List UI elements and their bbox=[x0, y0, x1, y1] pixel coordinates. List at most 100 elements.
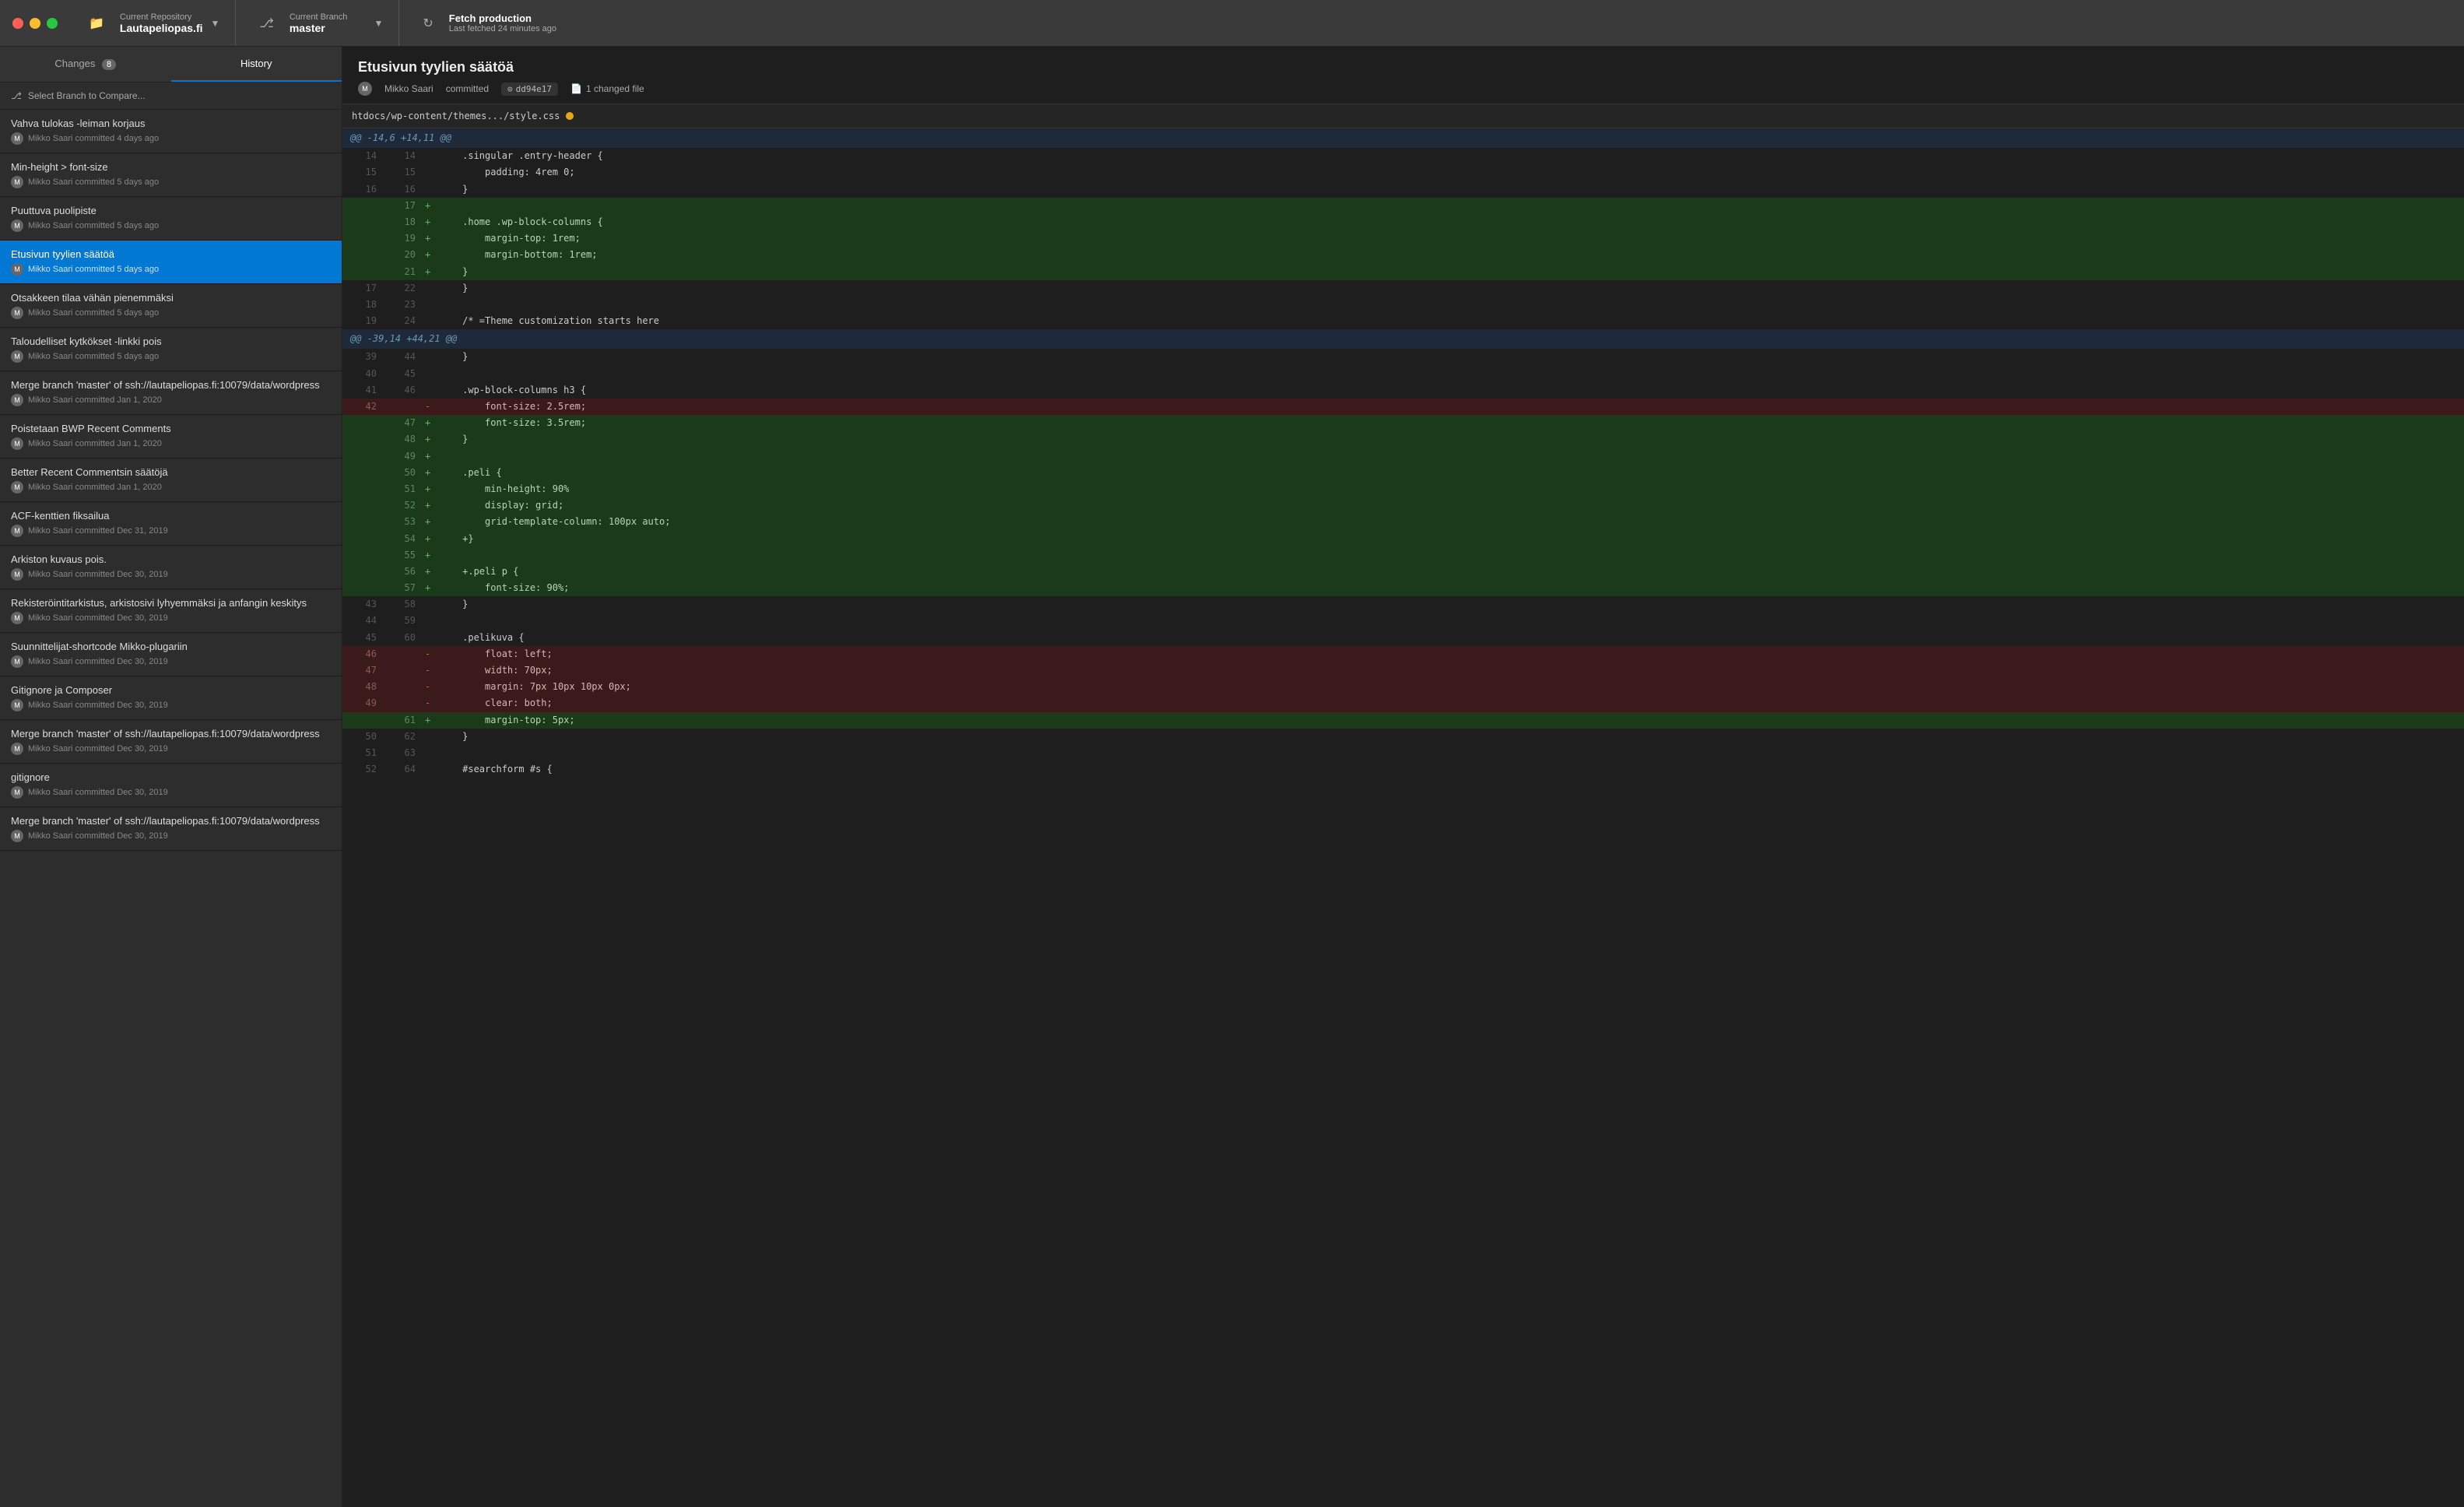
diff-code: +.peli p { bbox=[435, 564, 2464, 580]
diff-content[interactable]: @@ -14,6 +14,11 @@ 14 14 .singular .entr… bbox=[342, 128, 2464, 1507]
repo-icon: 📁 bbox=[89, 16, 104, 31]
diff-marker: + bbox=[420, 198, 435, 214]
diff-code: font-size: 3.5rem; bbox=[435, 415, 2464, 431]
commit-item-meta: M Mikko Saari committed Jan 1, 2020 bbox=[11, 394, 331, 406]
diff-code bbox=[435, 366, 2464, 382]
commit-item[interactable]: Otsakkeen tilaa vähän pienemmäksi M Mikk… bbox=[0, 284, 342, 328]
commit-item[interactable]: Rekisteröintitarkistus, arkistosivi lyhy… bbox=[0, 589, 342, 633]
commit-avatar: M bbox=[11, 655, 23, 668]
diff-code: } bbox=[435, 431, 2464, 448]
line-num-old bbox=[342, 448, 381, 465]
line-num-old: 17 bbox=[342, 280, 381, 297]
commit-avatar: M bbox=[11, 263, 23, 276]
commit-avatar: M bbox=[11, 568, 23, 581]
diff-code: } bbox=[435, 596, 2464, 613]
diff-row: 52 + display: grid; bbox=[342, 497, 2464, 514]
commit-item-title: Merge branch 'master' of ssh://lautapeli… bbox=[11, 728, 331, 739]
commit-item[interactable]: Gitignore ja Composer M Mikko Saari comm… bbox=[0, 676, 342, 720]
repo-section[interactable]: 📁 Current Repository Lautapeliopas.fi ▼ bbox=[73, 0, 236, 46]
tab-history[interactable]: History bbox=[171, 47, 342, 82]
commit-item[interactable]: Merge branch 'master' of ssh://lautapeli… bbox=[0, 807, 342, 851]
diff-marker: - bbox=[420, 662, 435, 679]
commit-item-title: Otsakkeen tilaa vähän pienemmäksi bbox=[11, 292, 331, 304]
diff-row: @@ -39,14 +44,21 @@ bbox=[342, 329, 2464, 349]
line-num-new: 59 bbox=[381, 613, 420, 629]
commit-item[interactable]: Suunnittelijat-shortcode Mikko-plugariin… bbox=[0, 633, 342, 676]
line-num-old bbox=[342, 415, 381, 431]
diff-marker bbox=[420, 630, 435, 646]
branch-compare[interactable]: ⎇ Select Branch to Compare... bbox=[0, 83, 342, 110]
maximize-button[interactable] bbox=[47, 18, 58, 29]
diff-code bbox=[435, 613, 2464, 629]
commit-item[interactable]: Etusivun tyylien säätöä M Mikko Saari co… bbox=[0, 241, 342, 284]
line-num-new: 63 bbox=[381, 745, 420, 761]
branch-arrow: ▼ bbox=[374, 18, 384, 29]
diff-row: 20 + margin-bottom: 1rem; bbox=[342, 247, 2464, 263]
commit-item-meta: M Mikko Saari committed Dec 31, 2019 bbox=[11, 525, 331, 537]
repo-arrow: ▼ bbox=[211, 18, 220, 29]
author-name: Mikko Saari bbox=[384, 83, 433, 94]
commit-date: committed 5 days ago bbox=[75, 352, 160, 361]
diff-marker bbox=[420, 596, 435, 613]
diff-code: .singular .entry-header { bbox=[435, 148, 2464, 164]
commit-item[interactable]: gitignore M Mikko Saari committed Dec 30… bbox=[0, 764, 342, 807]
commit-author: Mikko Saari bbox=[28, 831, 72, 841]
line-num-old: 16 bbox=[342, 181, 381, 198]
commit-author: Mikko Saari bbox=[28, 483, 72, 492]
commit-author: Mikko Saari bbox=[28, 177, 72, 187]
commit-item[interactable]: Better Recent Commentsin säätöjä M Mikko… bbox=[0, 458, 342, 502]
line-num-new: 44 bbox=[381, 349, 420, 365]
diff-row: 54 + +} bbox=[342, 531, 2464, 547]
diff-marker: + bbox=[420, 712, 435, 729]
diff-row: 18 23 bbox=[342, 297, 2464, 313]
commit-item[interactable]: Taloudelliset kytkökset -linkki pois M M… bbox=[0, 328, 342, 371]
commit-item[interactable]: Merge branch 'master' of ssh://lautapeli… bbox=[0, 371, 342, 415]
line-num-new: 15 bbox=[381, 164, 420, 181]
branch-section[interactable]: ⎇ Current Branch master ▼ bbox=[244, 0, 399, 46]
commit-avatar: M bbox=[11, 176, 23, 188]
commit-item[interactable]: ACF-kenttien fiksailua M Mikko Saari com… bbox=[0, 502, 342, 546]
sidebar: Changes 8 History ⎇ Select Branch to Com… bbox=[0, 47, 342, 1507]
commit-item[interactable]: Vahva tulokas -leiman korjaus M Mikko Sa… bbox=[0, 110, 342, 153]
line-num-old: 51 bbox=[342, 745, 381, 761]
close-button[interactable] bbox=[12, 18, 23, 29]
commit-author: Mikko Saari bbox=[28, 395, 72, 405]
line-num-new: 22 bbox=[381, 280, 420, 297]
main-layout: Changes 8 History ⎇ Select Branch to Com… bbox=[0, 47, 2464, 1507]
line-num-old bbox=[342, 198, 381, 214]
diff-marker: + bbox=[420, 415, 435, 431]
diff-marker bbox=[420, 297, 435, 313]
commit-date: committed 5 days ago bbox=[75, 221, 160, 230]
diff-code: font-size: 2.5rem; bbox=[435, 399, 2464, 415]
commit-item[interactable]: Arkiston kuvaus pois. M Mikko Saari comm… bbox=[0, 546, 342, 589]
line-num-new bbox=[381, 646, 420, 662]
diff-marker: - bbox=[420, 399, 435, 415]
commit-item[interactable]: Poistetaan BWP Recent Comments M Mikko S… bbox=[0, 415, 342, 458]
diff-code: grid-template-column: 100px auto; bbox=[435, 514, 2464, 530]
commit-date: committed Dec 30, 2019 bbox=[75, 788, 168, 797]
minimize-button[interactable] bbox=[30, 18, 40, 29]
commit-title: Etusivun tyylien säätöä bbox=[358, 59, 2448, 76]
diff-code: .home .wp-block-columns { bbox=[435, 214, 2464, 230]
diff-code bbox=[435, 547, 2464, 564]
commit-author: Mikko Saari bbox=[28, 265, 72, 274]
line-num-new: 47 bbox=[381, 415, 420, 431]
commit-avatar: M bbox=[11, 612, 23, 624]
tab-changes[interactable]: Changes 8 bbox=[0, 47, 171, 82]
commit-item[interactable]: Merge branch 'master' of ssh://lautapeli… bbox=[0, 720, 342, 764]
file-icon: 📄 bbox=[570, 83, 582, 94]
commit-date: committed Dec 30, 2019 bbox=[75, 831, 168, 841]
content-header: Etusivun tyylien säätöä M Mikko Saari co… bbox=[342, 47, 2464, 104]
line-num-new: 14 bbox=[381, 148, 420, 164]
diff-row: 45 60 .pelikuva { bbox=[342, 630, 2464, 646]
commit-date: committed Dec 30, 2019 bbox=[75, 613, 168, 623]
line-num-old: 50 bbox=[342, 729, 381, 745]
commit-item-title: Gitignore ja Composer bbox=[11, 684, 331, 696]
diff-marker: - bbox=[420, 695, 435, 711]
titlebar: 📁 Current Repository Lautapeliopas.fi ▼ … bbox=[0, 0, 2464, 47]
diff-row: 14 14 .singular .entry-header { bbox=[342, 148, 2464, 164]
fetch-section[interactable]: ↻ Fetch production Last fetched 24 minut… bbox=[407, 0, 578, 46]
commit-item[interactable]: Min-height > font-size M Mikko Saari com… bbox=[0, 153, 342, 197]
commit-author: Mikko Saari bbox=[28, 570, 72, 579]
commit-item[interactable]: Puuttuva puolipiste M Mikko Saari commit… bbox=[0, 197, 342, 241]
